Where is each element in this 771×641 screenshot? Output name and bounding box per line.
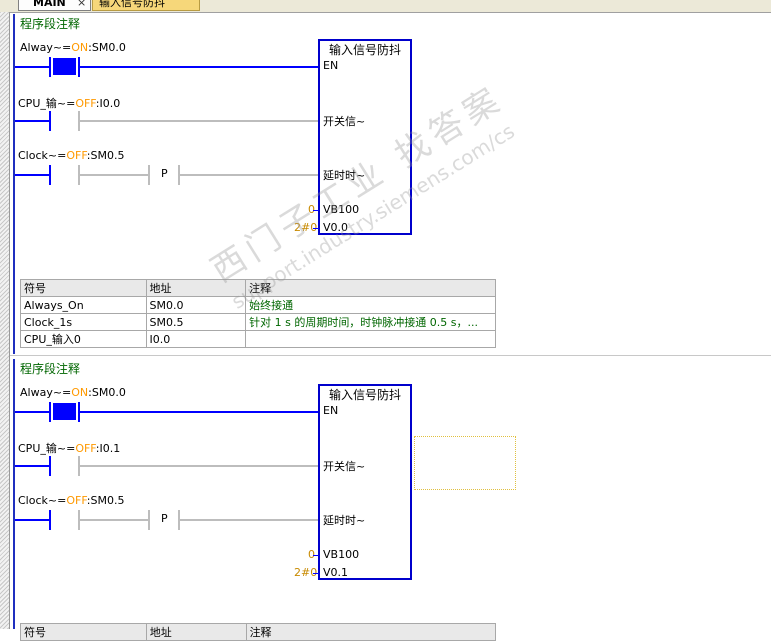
cell-address: SM0.5	[145, 313, 247, 331]
pin-en: EN	[323, 59, 339, 72]
rung-wire	[80, 465, 320, 467]
rung-wire	[80, 519, 148, 521]
editor-tab-bar: MAIN × 输入信号防抖	[0, 0, 771, 13]
table-row: Clock_1s SM0.5 针对 1 s 的周期时间，时钟脉冲接通 0.5 s…	[20, 313, 496, 331]
network-2-power-rail	[13, 359, 15, 629]
positive-edge-label[interactable]: P	[158, 512, 171, 525]
contact-on-indicator[interactable]	[53, 58, 76, 75]
cell-comment	[245, 330, 496, 348]
table-row: Always_On SM0.0 始终接通	[20, 296, 496, 314]
cell-symbol: Always_On	[20, 296, 147, 314]
tab-signal-label: 输入信号防抖	[99, 0, 165, 9]
header-comment: 注释	[245, 623, 497, 641]
pin-stub	[313, 228, 319, 229]
pin-vb100: VB100	[323, 548, 360, 561]
rung-wire	[180, 519, 320, 521]
header-address: 地址	[145, 623, 247, 641]
contact-left-bar	[49, 111, 51, 131]
p-left-bar	[148, 165, 150, 185]
editor-gutter	[0, 12, 10, 629]
header-symbol: 符号	[20, 279, 147, 297]
pin-switch: 开关信~	[323, 115, 366, 128]
pin-delay: 延时时~	[323, 169, 366, 182]
tab-main-label: MAIN	[33, 0, 66, 9]
selection-rectangle	[414, 436, 516, 490]
cell-comment: 针对 1 s 的周期时间，时钟脉冲接通 0.5 s，...	[245, 313, 496, 331]
rung-wire	[80, 120, 320, 122]
rung-wire	[15, 66, 49, 68]
header-comment: 注释	[245, 279, 496, 297]
pin-stub	[313, 573, 319, 574]
rung-wire	[180, 174, 320, 176]
contact-3-label: Clock~=OFF:SM0.5	[18, 494, 125, 507]
header-address: 地址	[145, 279, 247, 297]
pin-v0: V0.0	[323, 221, 349, 234]
network-1-comment[interactable]: 程序段注释	[20, 15, 80, 32]
tab-signal-debounce[interactable]: 输入信号防抖	[92, 0, 200, 11]
contact-left-bar	[49, 57, 51, 77]
contact-1-label: Alway~=ON:SM0.0	[20, 41, 126, 54]
contact-left-bar	[49, 402, 51, 422]
contact-left-bar	[49, 510, 51, 530]
contact-on-indicator[interactable]	[53, 403, 76, 420]
pin-switch: 开关信~	[323, 460, 366, 473]
contact-left-bar	[49, 165, 51, 185]
network-1-power-rail	[13, 14, 15, 354]
rung-wire	[80, 66, 320, 68]
rung-wire	[15, 411, 49, 413]
tab-main[interactable]: MAIN ×	[18, 0, 91, 11]
cell-symbol: CPU_输入0	[20, 330, 147, 348]
rung-wire	[15, 465, 49, 467]
pin-v0: V0.1	[323, 566, 349, 579]
pin-en: EN	[323, 404, 339, 417]
p-left-bar	[148, 510, 150, 530]
positive-edge-label[interactable]: P	[158, 167, 171, 180]
network-divider	[10, 355, 771, 356]
pin-stub	[313, 555, 319, 556]
table-row: CPU_输入0 I0.0	[20, 330, 496, 348]
block-title: 输入信号防抖	[329, 43, 402, 57]
cell-address: SM0.0	[145, 296, 247, 314]
rung-wire	[15, 174, 49, 176]
contact-1-label: Alway~=ON:SM0.0	[20, 386, 126, 399]
rung-wire	[15, 519, 49, 521]
network-2-comment[interactable]: 程序段注释	[20, 360, 80, 377]
symbol-table-2: 符号 地址 注释	[20, 623, 497, 641]
rung-wire	[15, 120, 49, 122]
rung-wire	[80, 411, 320, 413]
contact-2-label: CPU_输~=OFF:I0.1	[18, 442, 121, 455]
pin-stub	[313, 210, 319, 211]
header-symbol: 符号	[20, 623, 147, 641]
pin-vb100: VB100	[323, 203, 360, 216]
block-title: 输入信号防抖	[329, 388, 402, 402]
cell-comment: 始终接通	[245, 296, 496, 314]
symbol-table-1: 符号 地址 注释 Always_On SM0.0 始终接通 Clock_1s S…	[20, 279, 496, 348]
rung-wire	[80, 174, 148, 176]
close-icon[interactable]: ×	[77, 0, 86, 10]
cell-symbol: Clock_1s	[20, 313, 147, 331]
contact-2-label: CPU_输~=OFF:I0.0	[18, 97, 121, 110]
pin-delay: 延时时~	[323, 514, 366, 527]
cell-address: I0.0	[145, 330, 247, 348]
contact-left-bar	[49, 456, 51, 476]
contact-3-label: Clock~=OFF:SM0.5	[18, 149, 125, 162]
